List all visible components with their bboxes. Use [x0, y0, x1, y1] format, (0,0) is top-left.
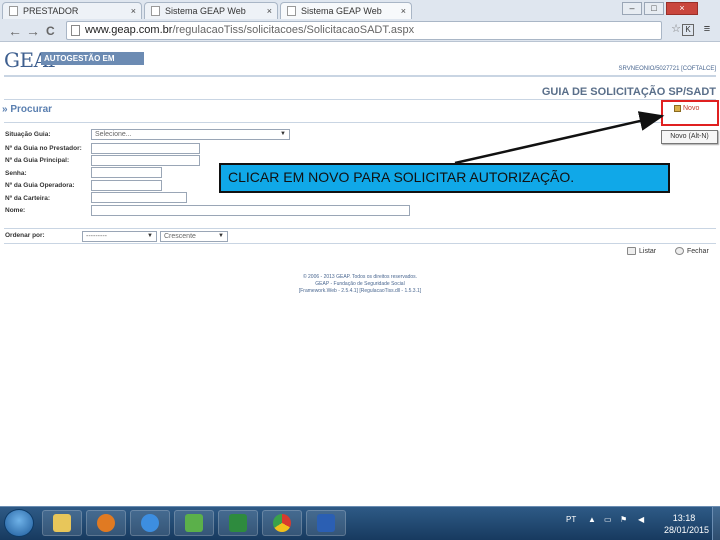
folder-icon [53, 514, 71, 532]
show-desktop-button[interactable] [712, 507, 720, 540]
excel-taskbar-button[interactable] [218, 510, 258, 536]
excel-icon [229, 514, 247, 532]
chrome-icon [273, 514, 291, 532]
media-player-icon [97, 514, 115, 532]
media-player-taskbar-button[interactable] [86, 510, 126, 536]
clock-time: 13:18 [672, 513, 696, 523]
tray-arrow-icon[interactable]: ▲ [588, 515, 596, 524]
system-clock[interactable]: 13:18 28/01/2015 [664, 512, 710, 536]
pointer-arrow [454, 111, 665, 165]
flag-icon[interactable]: ⚑ [620, 515, 627, 524]
network-icon[interactable]: ▭ [604, 515, 612, 524]
start-button[interactable] [4, 509, 34, 537]
word-taskbar-button[interactable] [306, 510, 346, 536]
clock-date: 28/01/2015 [664, 525, 710, 535]
explorer-taskbar-button[interactable] [42, 510, 82, 536]
volume-icon[interactable]: ◀ [638, 515, 644, 524]
app-icon [185, 514, 203, 532]
instruction-callout: CLICAR EM NOVO PARA SOLICITAR AUTORIZAÇÃ… [219, 163, 670, 193]
language-indicator[interactable]: PT [566, 515, 576, 524]
chrome-taskbar-button[interactable] [262, 510, 302, 536]
word-icon [317, 514, 335, 532]
internet-explorer-icon [141, 514, 159, 532]
app-taskbar-button[interactable] [174, 510, 214, 536]
arrow-overlay [454, 111, 665, 165]
ie-taskbar-button[interactable] [130, 510, 170, 536]
